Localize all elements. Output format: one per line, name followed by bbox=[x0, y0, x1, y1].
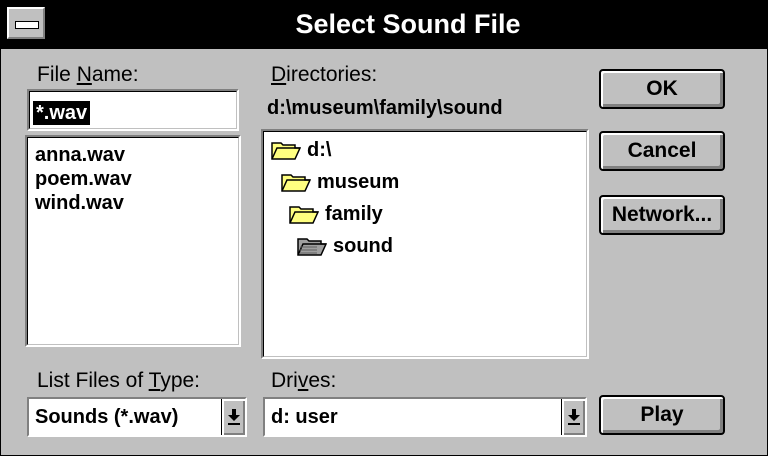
drives-label: Drives: bbox=[271, 369, 336, 393]
play-button[interactable]: Play bbox=[599, 395, 725, 435]
title-bar: Select Sound File bbox=[1, 1, 767, 49]
directories-label-accel: D bbox=[271, 63, 287, 86]
file-type-dropdown[interactable]: Sounds (*.wav) bbox=[27, 397, 247, 437]
directory-item[interactable]: museum bbox=[281, 169, 399, 195]
directory-tree[interactable]: d:\ museum family sound bbox=[261, 129, 589, 359]
file-type-dropdown-button[interactable] bbox=[221, 399, 245, 435]
drives-dropdown-button[interactable] bbox=[561, 399, 585, 435]
directories-label-post: irectories: bbox=[286, 63, 378, 86]
file-type-label-accel: T bbox=[148, 369, 161, 392]
drives-label-post: es: bbox=[308, 369, 337, 392]
file-item[interactable]: poem.wav bbox=[35, 167, 132, 191]
file-name-label-post: ame: bbox=[91, 63, 139, 86]
file-name-label: File Name: bbox=[37, 63, 139, 87]
drives-label-pre: Dri bbox=[271, 369, 298, 392]
directory-item-label: sound bbox=[333, 235, 393, 257]
directories-label: Directories: bbox=[271, 63, 377, 87]
down-arrow-icon bbox=[567, 409, 580, 425]
current-directory-path: d:\museum\family\sound bbox=[267, 97, 503, 119]
file-name-label-pre: File bbox=[37, 63, 77, 86]
ok-button[interactable]: OK bbox=[599, 69, 725, 109]
file-name-value: *.wav bbox=[33, 101, 91, 125]
cancel-button[interactable]: Cancel bbox=[599, 131, 725, 171]
system-menu-button[interactable] bbox=[7, 7, 45, 39]
directory-item[interactable]: family bbox=[289, 201, 383, 227]
file-list[interactable]: anna.wav poem.wav wind.wav bbox=[25, 135, 241, 347]
directory-item-label: museum bbox=[317, 171, 400, 193]
file-type-value: Sounds (*.wav) bbox=[35, 406, 179, 428]
window-title: Select Sound File bbox=[295, 9, 521, 39]
selected-folder-icon bbox=[297, 238, 327, 256]
down-arrow-icon bbox=[227, 409, 240, 425]
drives-dropdown[interactable]: d: user bbox=[263, 397, 587, 437]
directory-item-selected[interactable]: sound bbox=[297, 233, 393, 259]
system-menu-icon bbox=[15, 21, 39, 29]
drives-label-accel: v bbox=[297, 369, 309, 392]
open-folder-icon bbox=[271, 142, 301, 160]
open-folder-icon bbox=[289, 206, 319, 224]
file-type-label: List Files of Type: bbox=[37, 369, 200, 393]
directory-item-label: family bbox=[325, 203, 383, 225]
select-sound-file-dialog: Select Sound File File Name: *.wav anna.… bbox=[0, 0, 768, 456]
directory-item[interactable]: d:\ bbox=[271, 137, 331, 163]
network-button[interactable]: Network... bbox=[599, 195, 725, 235]
directory-item-label: d:\ bbox=[307, 139, 332, 161]
file-item[interactable]: wind.wav bbox=[35, 191, 124, 215]
file-type-label-pre: List Files of bbox=[37, 369, 149, 392]
file-item[interactable]: anna.wav bbox=[35, 143, 125, 167]
file-name-input[interactable]: *.wav bbox=[27, 89, 239, 131]
file-type-label-post: ype: bbox=[160, 369, 201, 392]
file-name-label-accel: N bbox=[76, 63, 92, 86]
open-folder-icon bbox=[281, 174, 311, 192]
drives-value: d: user bbox=[271, 406, 338, 428]
